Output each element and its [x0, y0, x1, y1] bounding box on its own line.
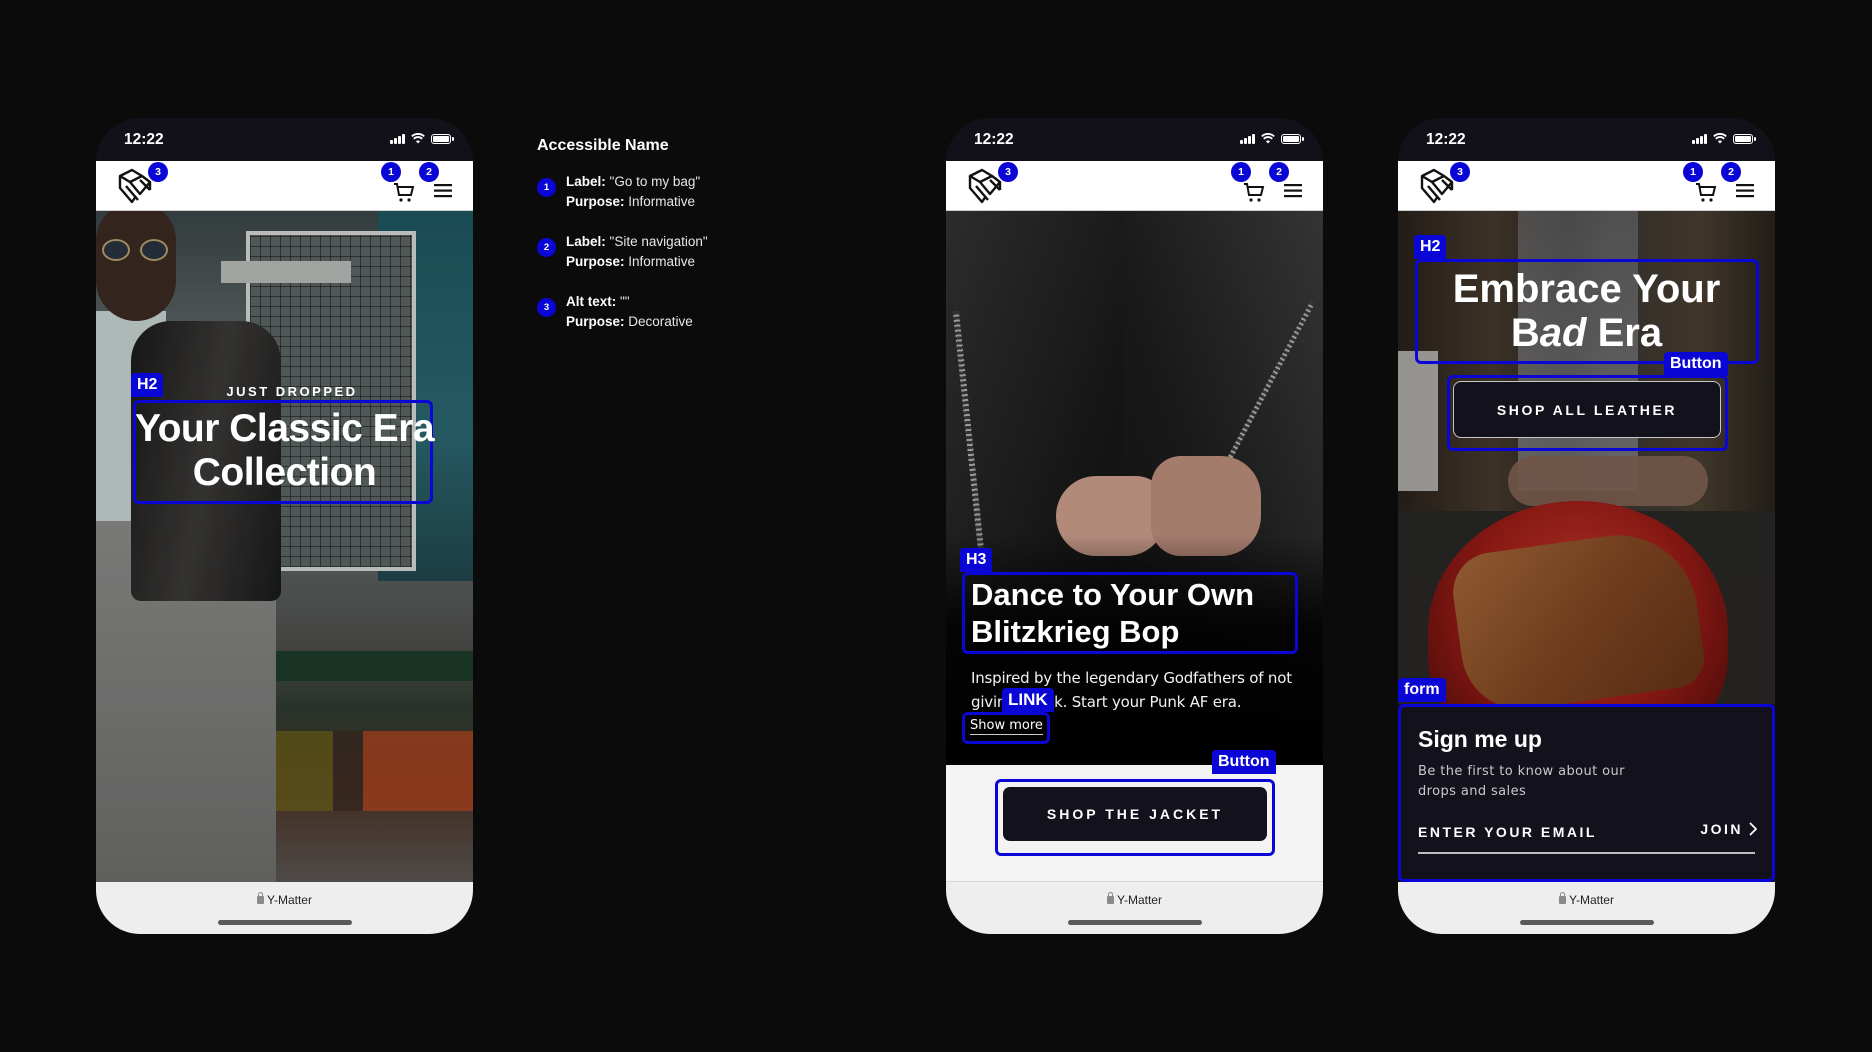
legend-badge-2: 2 [537, 238, 556, 257]
annotation-badge-3: 3 [148, 162, 168, 182]
cart-icon[interactable] [1695, 181, 1717, 203]
status-bar: 12:22 [96, 118, 473, 161]
battery-icon [1733, 133, 1756, 144]
battery-icon [1281, 133, 1304, 144]
lock-icon [1559, 892, 1567, 904]
hero-kicker: JUST DROPPED [226, 384, 358, 399]
phone-mockup-bad-era: 12:22 3 1 2 H2 Embrace Your Bad Era Butt… [1398, 118, 1775, 934]
hamburger-menu-icon[interactable] [1735, 181, 1755, 199]
shop-the-jacket-button[interactable]: SHOP THE JACKET [1003, 787, 1267, 841]
status-bar: 12:22 [946, 118, 1323, 161]
join-button[interactable]: JOIN [1700, 821, 1757, 837]
annotation-badge-2: 2 [1721, 162, 1741, 182]
browser-bottom-bar: Y-Matter [946, 882, 1323, 934]
shop-all-leather-button[interactable]: SHOP ALL LEATHER [1453, 381, 1721, 438]
annotation-tag-link: LINK [1002, 688, 1054, 712]
hero-image-leather-gloves: H2 Embrace Your Bad Era Button SHOP ALL … [1398, 211, 1775, 704]
site-header: 3 1 2 [96, 161, 473, 211]
signal-icon [1692, 133, 1707, 144]
annotation-tag-h3: H3 [960, 548, 993, 572]
hero-image-classic-era: H2 JUST DROPPED Your Classic Era Collect… [96, 211, 473, 882]
browser-bottom-bar: Y-Matter [1398, 882, 1775, 934]
site-header: 3 1 2 [946, 161, 1323, 211]
status-time: 12:22 [124, 131, 164, 148]
section-heading: Dance to Your Own Blitzkrieg Bop [971, 577, 1255, 649]
annotation-tag-h2: H2 [1414, 235, 1447, 259]
status-bar: 12:22 [1398, 118, 1775, 161]
annotation-badge-1: 1 [1231, 162, 1251, 182]
annotation-badge-2: 2 [1269, 162, 1289, 182]
chevron-right-icon [1749, 822, 1757, 836]
home-indicator [1519, 920, 1654, 925]
signal-icon [1240, 133, 1255, 144]
wifi-icon [1261, 133, 1275, 144]
phone-mockup-classic-era: 12:22 3 1 2 H2 JUST DROPPED Your Classic… [96, 118, 473, 934]
url-bar[interactable]: Y-Matter [1398, 892, 1775, 907]
wifi-icon [411, 133, 425, 144]
wifi-icon [1713, 133, 1727, 144]
annotation-tag-button: Button [1664, 352, 1728, 376]
annotation-badge-2: 2 [419, 162, 439, 182]
cart-icon[interactable] [1243, 181, 1265, 203]
form-subtitle: Be the first to know about our drops and… [1418, 764, 1625, 799]
cart-icon[interactable] [393, 181, 415, 203]
status-time: 12:22 [974, 131, 1014, 148]
legend-item: 1 Label: "Go to my bag" Purpose: Informa… [537, 172, 797, 212]
hero-heading: Embrace Your Bad Era [1452, 267, 1721, 355]
hamburger-menu-icon[interactable] [433, 181, 453, 199]
hamburger-menu-icon[interactable] [1283, 181, 1303, 199]
hero-heading: Your Classic Era Collection [134, 407, 435, 494]
annotation-badge-1: 1 [1683, 162, 1703, 182]
email-input[interactable] [1418, 824, 1688, 840]
newsletter-signup-form: Sign me up Be the first to know about ou… [1398, 704, 1775, 882]
legend-item: 2 Label: "Site navigation" Purpose: Info… [537, 232, 797, 272]
form-title: Sign me up [1418, 726, 1542, 752]
status-time: 12:22 [1426, 131, 1466, 148]
legend-badge-3: 3 [537, 298, 556, 317]
site-header: 3 1 2 [1398, 161, 1775, 211]
signal-icon [390, 133, 405, 144]
cta-section: Button SHOP THE JACKET [946, 750, 1323, 882]
battery-icon [431, 133, 454, 144]
legend-badge-1: 1 [537, 178, 556, 197]
url-bar[interactable]: Y-Matter [946, 892, 1323, 907]
accessible-name-legend: Accessible Name 1 Label: "Go to my bag" … [537, 137, 797, 352]
lock-icon [1107, 892, 1115, 904]
home-indicator [1067, 920, 1202, 925]
home-indicator [217, 920, 352, 925]
browser-bottom-bar: Y-Matter [96, 882, 473, 934]
annotation-badge-3: 3 [1450, 162, 1470, 182]
hero-image-leather-jacket: H3 Dance to Your Own Blitzkrieg Bop Insp… [946, 211, 1323, 765]
annotation-badge-1: 1 [381, 162, 401, 182]
annotation-badge-3: 3 [998, 162, 1018, 182]
url-bar[interactable]: Y-Matter [96, 892, 473, 907]
email-underline [1418, 852, 1755, 854]
legend-item: 3 Alt text: "" Purpose: Decorative [537, 292, 797, 332]
lock-icon [257, 892, 265, 904]
show-more-link[interactable]: Show more [970, 718, 1043, 735]
annotation-tag-button: Button [1212, 750, 1276, 774]
legend-title: Accessible Name [537, 137, 669, 154]
annotation-tag-form: form [1398, 678, 1446, 702]
phone-mockup-blitzkrieg: 12:22 3 1 2 H3 Dance to Your Own Blitzkr… [946, 118, 1323, 934]
